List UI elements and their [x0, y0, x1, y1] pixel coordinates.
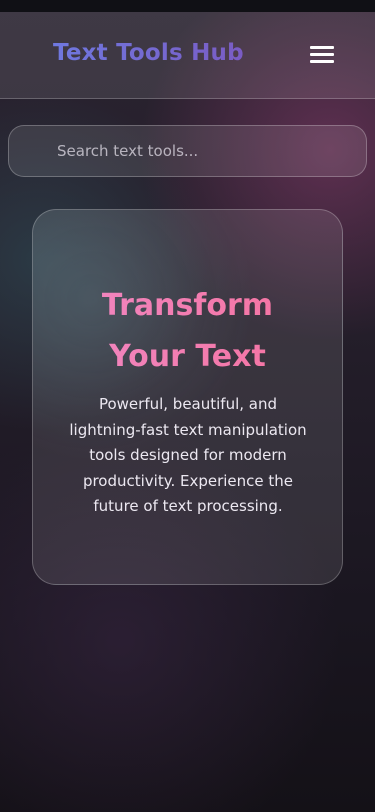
app-screen: Text Tools Hub Transform Your Text Power… [0, 0, 375, 812]
menu-bar-bottom [310, 60, 334, 63]
status-bar-strip [0, 0, 375, 12]
search-box [8, 125, 367, 177]
site-header: Text Tools Hub [0, 12, 375, 99]
hamburger-menu-icon[interactable] [308, 43, 336, 67]
search-input[interactable] [9, 126, 366, 176]
menu-bar-middle [310, 53, 334, 56]
hero-title-line-2: Your Text [109, 339, 266, 374]
hero-card: Transform Your Text Powerful, beautiful,… [32, 209, 343, 585]
hero-description: Powerful, beautiful, and lightning-fast … [69, 395, 307, 516]
hero-title: Transform Your Text [33, 280, 342, 382]
hero-title-line-1: Transform [101, 288, 274, 323]
site-logo[interactable]: Text Tools Hub [53, 40, 244, 66]
menu-bar-top [310, 46, 334, 49]
